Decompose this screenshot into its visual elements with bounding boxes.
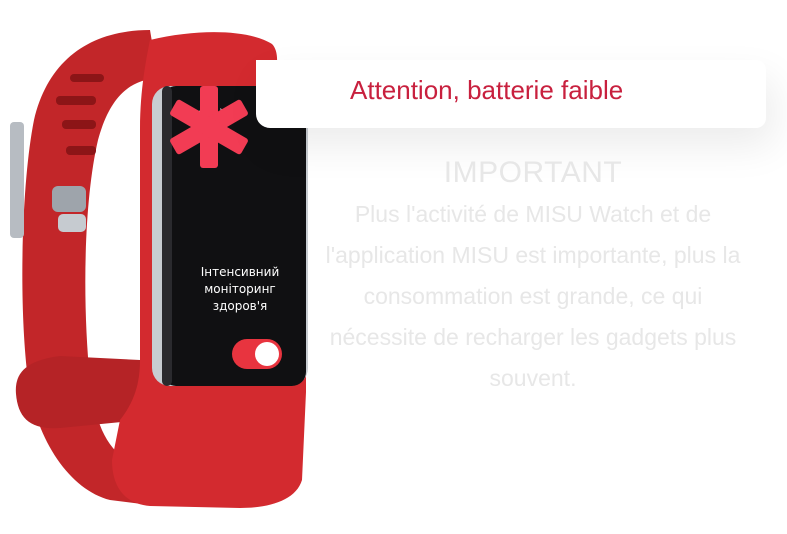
screen-label: Інтенсивний моніторинг здоров'я xyxy=(200,265,280,313)
watch-screen: ((•)) Інтенсивний моніторинг здоров'я xyxy=(168,86,304,386)
buckle-frame xyxy=(10,122,24,238)
medical-asterisk-icon xyxy=(170,86,248,168)
info-body: Plus l'activité de MISU Watch et de l'ap… xyxy=(325,201,741,391)
info-title: IMPORTANT xyxy=(443,156,623,189)
battery-warning-text: Attention, batterie faible xyxy=(350,75,624,105)
strap-hole xyxy=(70,74,104,82)
info-panel: IMPORTANT Plus l'activité de MISU Watch … xyxy=(318,152,748,399)
toggle-knob xyxy=(255,342,279,366)
buckle-pin xyxy=(58,214,86,232)
strap-hole xyxy=(56,96,96,105)
health-monitoring-toggle[interactable] xyxy=(232,339,282,369)
buckle-pin xyxy=(52,186,86,212)
strap-hole xyxy=(66,146,96,155)
strap-hole xyxy=(62,120,96,129)
